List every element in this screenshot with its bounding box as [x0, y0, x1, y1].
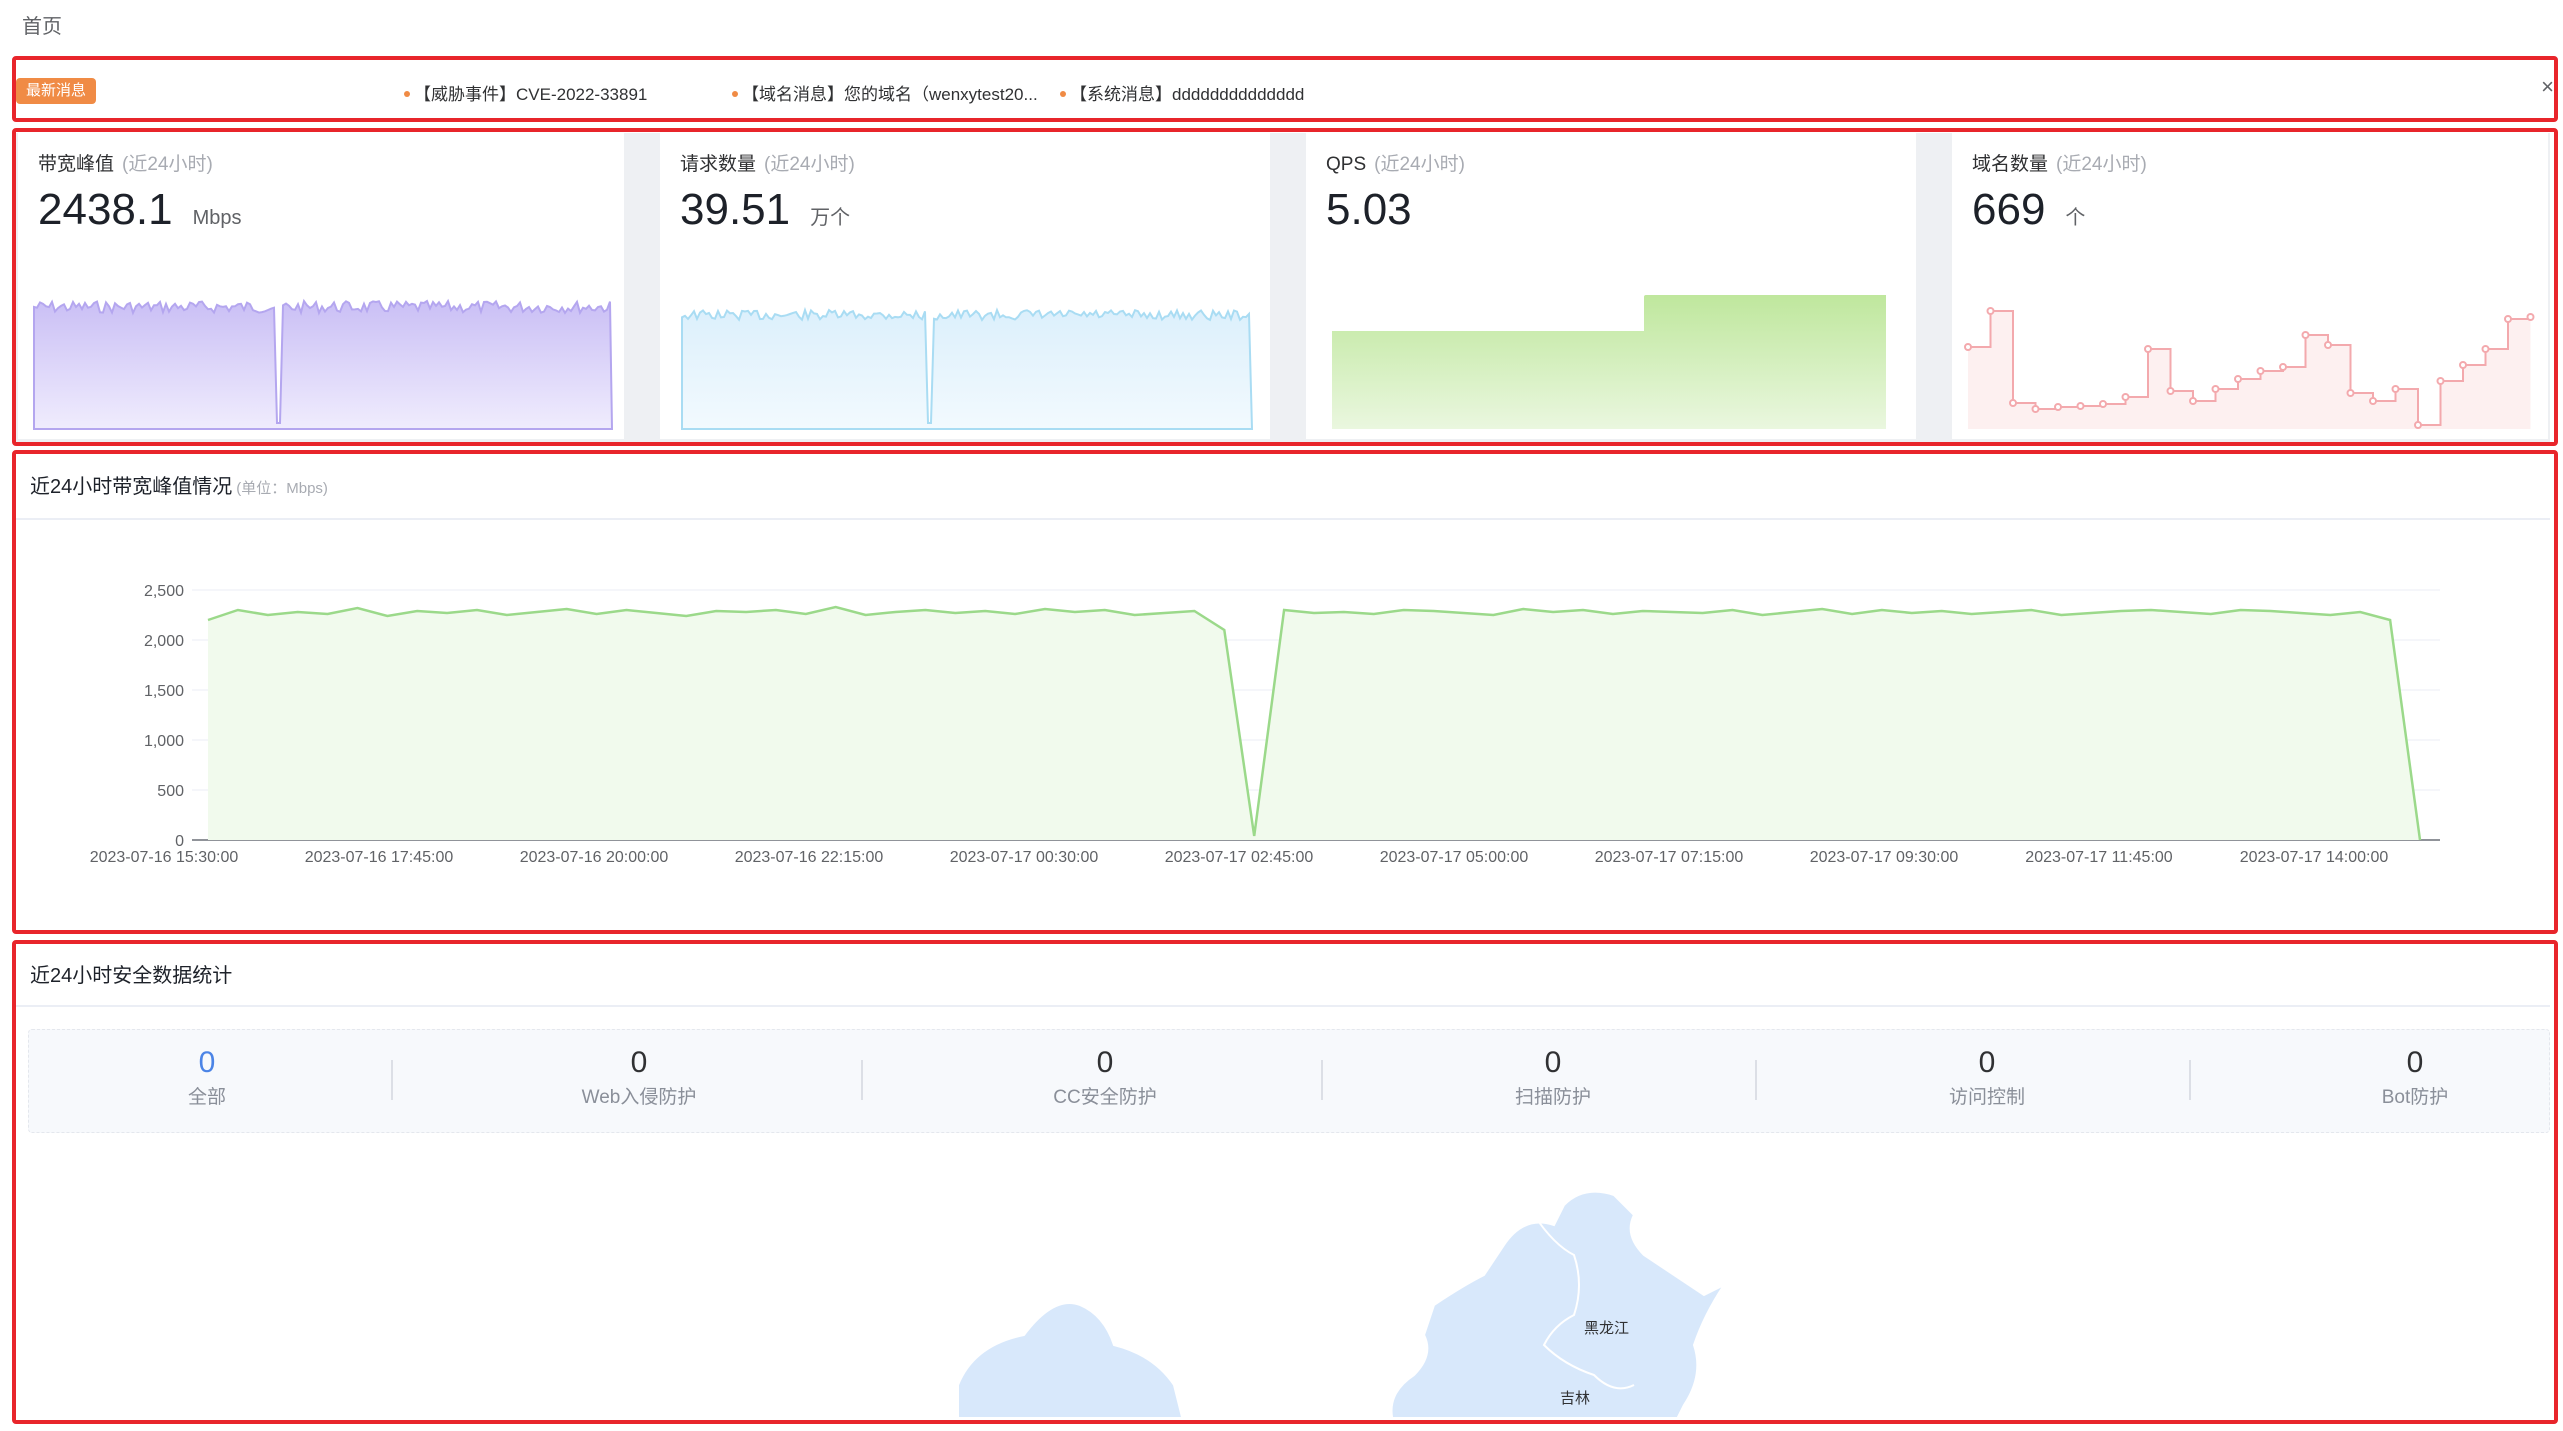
highlight-frame-cards — [12, 128, 2558, 446]
breadcrumb[interactable]: 首页 — [22, 10, 62, 39]
highlight-frame-security — [12, 940, 2558, 1424]
highlight-frame-news — [12, 56, 2558, 122]
highlight-frame-chart — [12, 450, 2558, 934]
